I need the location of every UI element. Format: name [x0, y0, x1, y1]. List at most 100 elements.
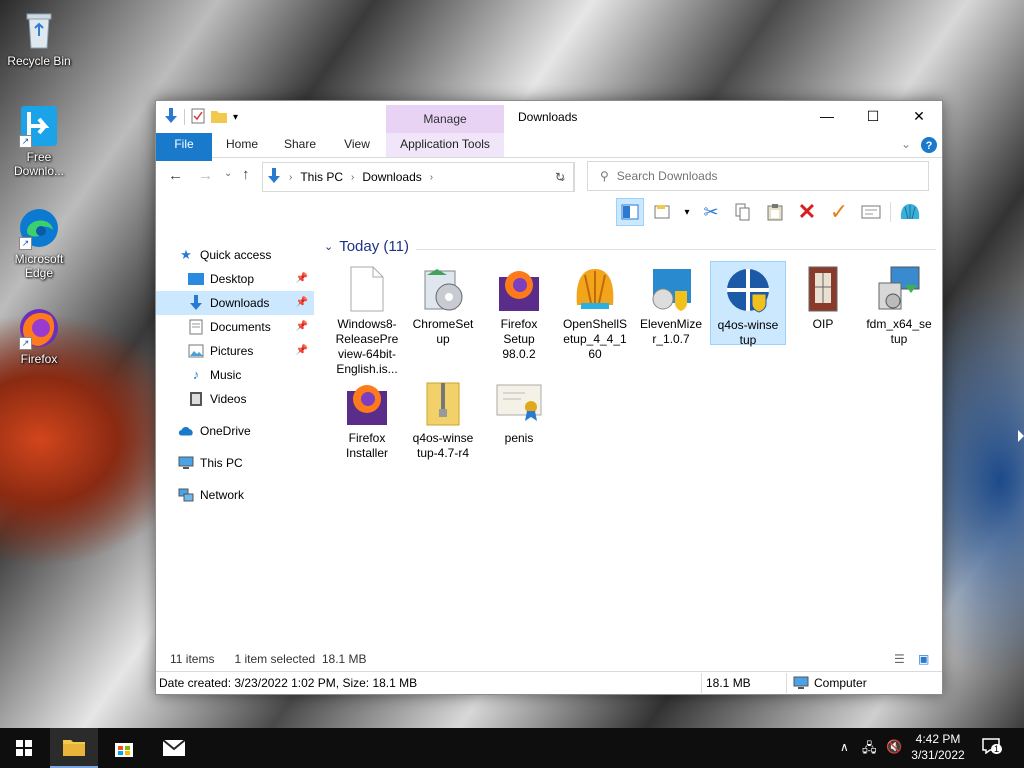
taskbar: ∧ 🖧 🔇 4:42 PM 3/31/2022 1	[0, 728, 1024, 768]
sidebar-item-quick-access[interactable]: ★ Quick access	[178, 243, 336, 267]
file-name: Firefox	[348, 431, 386, 445]
sidebar-item-network[interactable]: Network	[178, 483, 314, 507]
properties-icon[interactable]	[191, 108, 205, 127]
certificate-icon	[495, 379, 543, 429]
file-item[interactable]: OpenShellS etup_4_4_1 60	[558, 261, 632, 362]
show-hidden-icons-icon[interactable]: ∧	[840, 740, 849, 754]
large-icons-view-icon[interactable]: ▣	[918, 652, 929, 666]
breadcrumb-this-pc[interactable]: This PC	[300, 170, 343, 184]
close-button[interactable]: ✕	[896, 101, 942, 131]
tab-share[interactable]: Share	[276, 133, 324, 157]
search-box[interactable]: ⚲	[587, 161, 929, 191]
sidebar-item-desktop[interactable]: Desktop 📌	[188, 267, 314, 291]
help-icon[interactable]: ?	[920, 133, 938, 157]
up-arrow-icon[interactable]: ↑	[242, 166, 250, 183]
file-item[interactable]: Firefox Installer	[330, 375, 404, 461]
file-item[interactable]: fdm_x64_se tup	[862, 261, 936, 347]
rename-check-icon[interactable]: ✓	[826, 199, 852, 225]
customize-dropdown-icon[interactable]: ▾	[233, 112, 238, 123]
details-bar: Date created: 3/23/2022 1:02 PM, Size: 1…	[156, 671, 942, 694]
tab-home[interactable]: Home	[218, 133, 266, 157]
title-bar: ▾ Manage Downloads — ☐ ✕	[156, 101, 942, 133]
sidebar-item-documents[interactable]: Documents 📌	[188, 315, 314, 339]
file-item[interactable]: q4os-winse tup-4.7-r4	[406, 375, 480, 461]
file-name: ReleasePre	[335, 332, 399, 346]
address-bar[interactable]: › This PC › Downloads › ⌄	[262, 162, 574, 192]
file-name: 60	[588, 347, 602, 361]
shortcut-arrow-icon: ↗	[19, 135, 32, 148]
pin-icon: 📌	[295, 297, 308, 308]
file-item[interactable]: Windows8- ReleasePre view-64bit- English…	[330, 261, 404, 377]
new-item-dropdown-icon[interactable]: ▾	[682, 199, 692, 225]
desktop-icon-edge[interactable]: ↗ Microsoft Edge	[4, 206, 74, 280]
navigation-pane: ★ Quick access Desktop 📌 Downloads 📌 Doc…	[156, 241, 316, 651]
breadcrumb-downloads[interactable]: Downloads	[362, 170, 421, 184]
preview-pane-button[interactable]	[616, 198, 644, 226]
collapse-chevron-icon[interactable]: ⌄	[324, 240, 333, 253]
group-header-today[interactable]: ⌄ Today (11)	[324, 238, 409, 255]
sidebar-item-onedrive[interactable]: OneDrive	[178, 419, 314, 443]
svg-text:?: ?	[926, 140, 933, 152]
shell-icon[interactable]	[897, 199, 923, 225]
refresh-button[interactable]: ↻	[546, 162, 575, 192]
cut-icon[interactable]: ✂	[698, 199, 724, 225]
sidebar-item-label: This PC	[200, 456, 243, 470]
properties-card-icon[interactable]	[858, 199, 884, 225]
star-icon: ★	[180, 247, 192, 262]
sidebar-item-pictures[interactable]: Pictures 📌	[188, 339, 314, 363]
file-item[interactable]: Firefox Setup 98.0.2	[482, 261, 556, 362]
desktop-icon-label: Firefox	[20, 352, 58, 366]
tab-file[interactable]: File	[156, 133, 212, 161]
status-bar: 11 items 1 item selected 18.1 MB ☰ ▣	[156, 649, 942, 669]
file-item[interactable]: OIP	[786, 261, 860, 332]
file-size: 18.1 MB	[706, 676, 751, 690]
back-arrow-icon[interactable]: ←	[168, 167, 183, 184]
sidebar-item-videos[interactable]: Videos	[188, 387, 314, 411]
start-button[interactable]	[0, 728, 48, 768]
desktop-icon-recycle-bin[interactable]: Recycle Bin	[4, 8, 74, 68]
forward-arrow-icon[interactable]: →	[198, 167, 213, 184]
file-name: tup	[890, 332, 908, 346]
file-name: view-64bit-	[337, 347, 397, 361]
breadcrumb-separator-icon[interactable]: ›	[351, 172, 354, 183]
clock[interactable]: 4:42 PM 3/31/2022	[908, 731, 968, 763]
sidebar-item-downloads[interactable]: Downloads 📌	[156, 291, 314, 315]
file-item[interactable]: ElevenMize r_1.0.7	[634, 261, 708, 347]
tab-application-tools[interactable]: Application Tools	[386, 133, 504, 157]
file-item[interactable]: ChromeSet up	[406, 261, 480, 347]
minimize-button[interactable]: —	[804, 101, 850, 131]
down-arrow-icon[interactable]	[164, 107, 178, 127]
file-name: penis	[504, 431, 534, 445]
sidebar-item-this-pc[interactable]: This PC	[178, 451, 314, 475]
network-tray-icon[interactable]: 🖧	[862, 739, 877, 761]
taskbar-mail[interactable]	[150, 728, 198, 768]
cloud-icon	[178, 423, 194, 439]
volume-muted-icon[interactable]: 🔇	[886, 739, 902, 755]
paste-icon[interactable]	[762, 199, 788, 225]
recent-locations-icon[interactable]: ⌄	[224, 168, 232, 179]
maximize-button[interactable]: ☐	[850, 101, 896, 131]
file-item[interactable]: penis	[482, 375, 556, 446]
breadcrumb-separator-icon[interactable]: ›	[430, 172, 433, 183]
details-view-icon[interactable]: ☰	[894, 652, 905, 666]
desktop-icon-label: Recycle Bin	[7, 54, 71, 68]
desktop-icon-free-download-manager[interactable]: ↗ Free Downlo...	[4, 104, 74, 178]
tab-view[interactable]: View	[334, 133, 380, 157]
sidebar-item-music[interactable]: ♪ Music	[188, 363, 314, 387]
search-input[interactable]	[614, 168, 909, 184]
copy-icon[interactable]	[730, 199, 756, 225]
taskbar-store[interactable]	[100, 728, 148, 768]
action-center-button[interactable]: 1	[982, 738, 1004, 758]
shortcut-arrow-icon: ↗	[19, 337, 32, 350]
mouse-cursor	[1018, 430, 1024, 442]
delete-icon[interactable]: ✕	[794, 199, 820, 225]
new-item-icon[interactable]	[650, 199, 676, 225]
pictures-icon	[188, 343, 204, 359]
ribbon-expand-icon[interactable]: ⌄	[898, 133, 914, 157]
firefox-setup-icon	[495, 265, 543, 315]
new-folder-icon[interactable]	[211, 109, 227, 126]
manage-contextual-tab[interactable]: Manage	[386, 105, 504, 133]
taskbar-file-explorer[interactable]	[50, 728, 98, 768]
file-item-selected[interactable]: q4os-winse tup	[710, 261, 786, 347]
desktop-icon-firefox[interactable]: ↗ Firefox	[4, 306, 74, 366]
